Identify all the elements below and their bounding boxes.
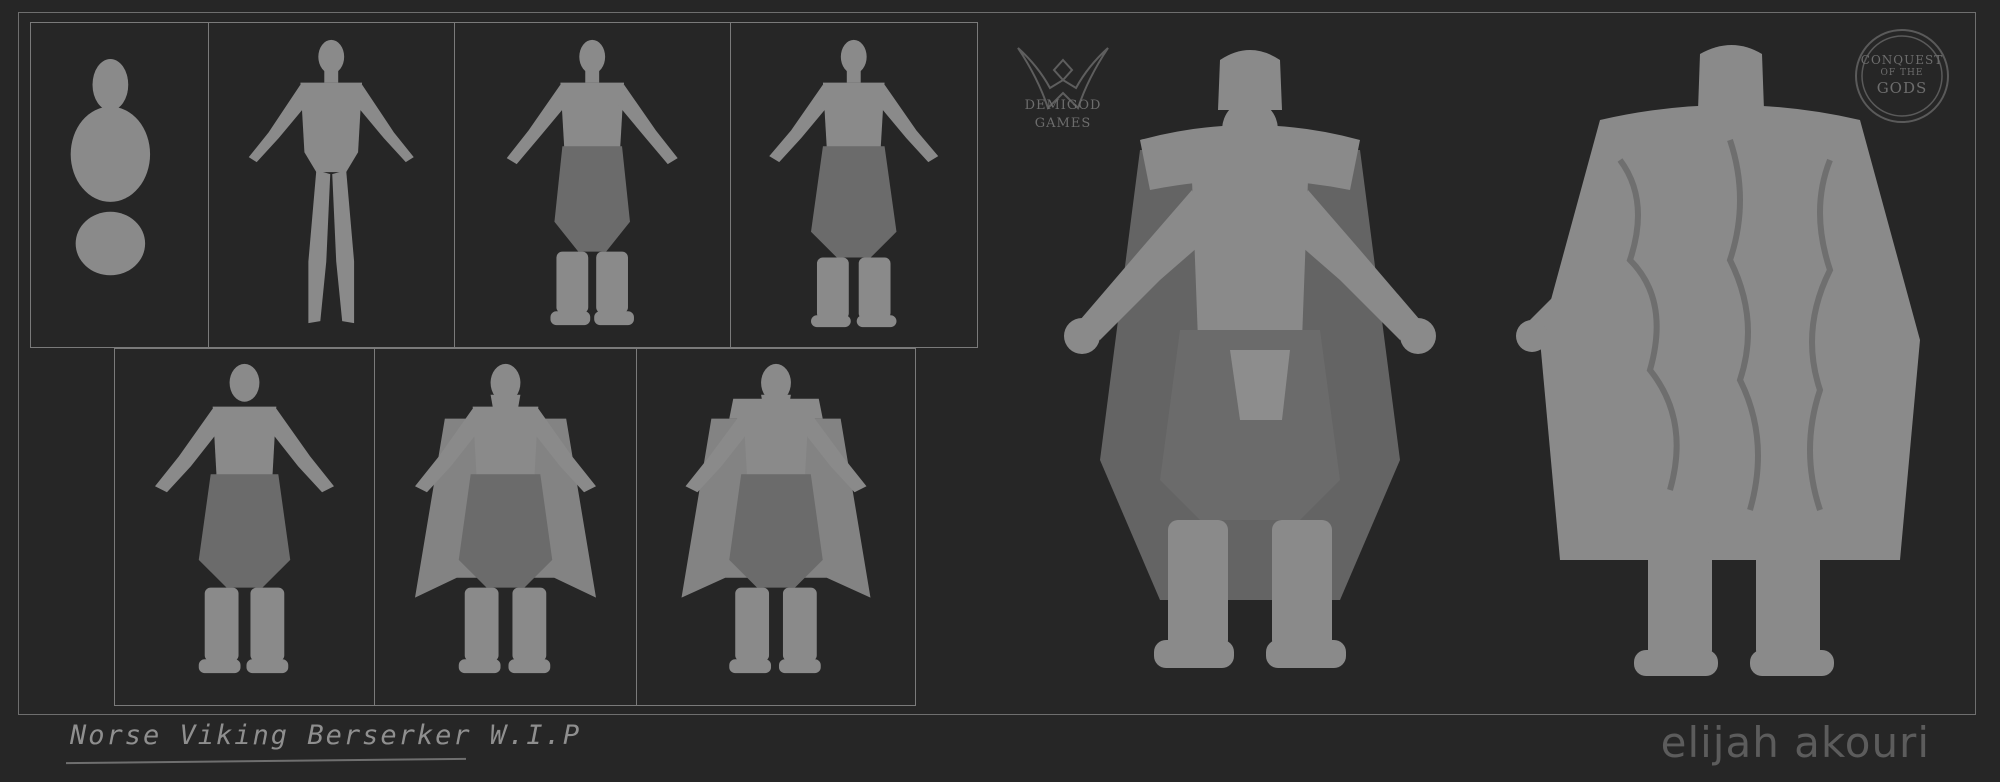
hero-sculpt-front-view: [1064, 50, 1436, 668]
cloth-wraps-sculpt: [768, 39, 938, 328]
author-signature: elijah akouri: [1660, 718, 1930, 767]
stage-panel-hair-straps: [115, 349, 375, 705]
base-body-sculpt: [248, 39, 414, 324]
hair-straps-sculpt: [155, 363, 334, 674]
stage-panel-base-body: [209, 23, 456, 347]
stage-panel-fur-mantle: [637, 349, 915, 705]
progression-row-bottom: [114, 348, 916, 706]
artwork-caption: Norse Viking Berserker W.I.P: [70, 720, 582, 751]
stage-panel-cloth-wraps: [731, 23, 977, 347]
hero-sculpt-back-view: [1516, 45, 1920, 676]
stage-panel-pants-boots: [455, 23, 731, 347]
fur-mantle-sculpt: [681, 363, 871, 674]
caption-underline: [66, 757, 466, 765]
blockout-sculpt: [70, 58, 151, 276]
beard-cape-sculpt: [415, 363, 596, 674]
progression-row-top: [30, 22, 978, 348]
stage-panel-beard-cape: [375, 349, 637, 705]
stage-panel-blockout: [31, 23, 209, 347]
pants-boots-sculpt: [506, 39, 678, 326]
